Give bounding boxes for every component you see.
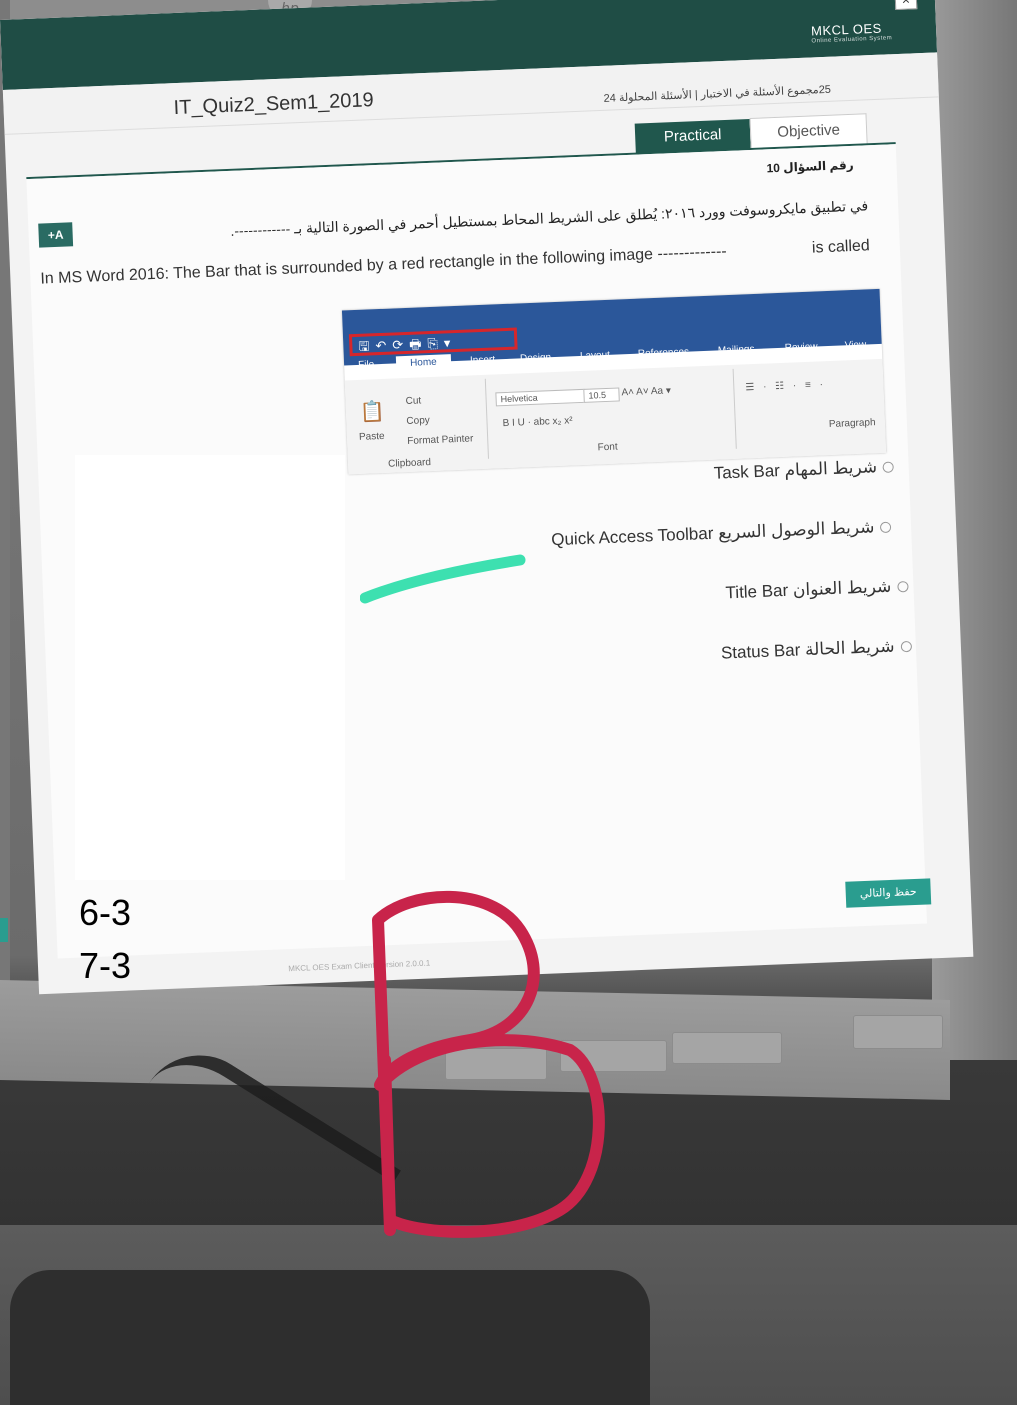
copy-label: Copy [406,415,431,428]
word-tab-mailings: Mailings [717,343,755,357]
monitor-button[interactable] [672,1032,782,1064]
word-tab-references: References [637,346,690,360]
quiz-title: IT_Quiz2_Sem1_2019 [173,89,375,120]
word-tab-file: File [357,359,375,371]
handwritten-b-mark [372,890,605,1238]
paste-icon: 📋 [359,400,386,424]
radio-icon[interactable] [897,581,909,593]
radio-icon[interactable] [882,461,895,473]
close-button[interactable]: × [894,0,918,11]
word-tab-view: View [844,339,867,352]
brand-logo: MKCL OES Online Evaluation System [811,20,892,45]
paste-label: Paste [358,430,385,443]
monitor-power-button[interactable] [853,1015,943,1049]
radio-icon[interactable] [900,640,912,653]
monitor-stand-base [10,1270,650,1405]
font-group-label: Font [597,441,618,454]
radio-icon[interactable] [880,521,892,534]
note-line-1: 6-3 [79,892,132,933]
font-name-box: Helvetica [495,388,586,407]
font-grow-buttons: A˄ A˅ Aa ▾ [621,385,672,399]
word-tab-insert: Insert [469,354,496,367]
question-text-english-tail: is called [811,237,871,257]
note-line-2: 7-3 [79,945,132,986]
clipboard-group-label: Clipboard [387,457,432,470]
word-ribbon-image: 🖫↶⟳🖶⎘▾ File Home Insert Design Layout Re… [341,288,887,475]
side-marker [0,918,8,942]
question-count: 25مجموع الأسئلة في الاختبار | الأسئلة ال… [603,83,832,105]
paragraph-group-label: Paragraph [828,417,876,431]
font-format-buttons: B I U · abc x₂ x² [502,415,573,430]
word-tab-review: Review [784,341,818,354]
cut-label: Cut [405,395,422,408]
format-painter-label: Format Painter [407,433,474,447]
paragraph-icons: ☰ · ☷ · ≡ · [745,379,827,394]
font-size-box: 10.5 [583,387,620,403]
green-highlight-stroke [360,554,526,604]
word-tab-design: Design [519,352,552,365]
save-next-button[interactable]: حفظ والتالي [845,878,932,908]
font-size-button[interactable]: +A [38,222,74,248]
word-tab-home: Home [395,354,452,372]
redaction-box [75,455,345,880]
word-tab-layout: Layout [579,349,611,362]
